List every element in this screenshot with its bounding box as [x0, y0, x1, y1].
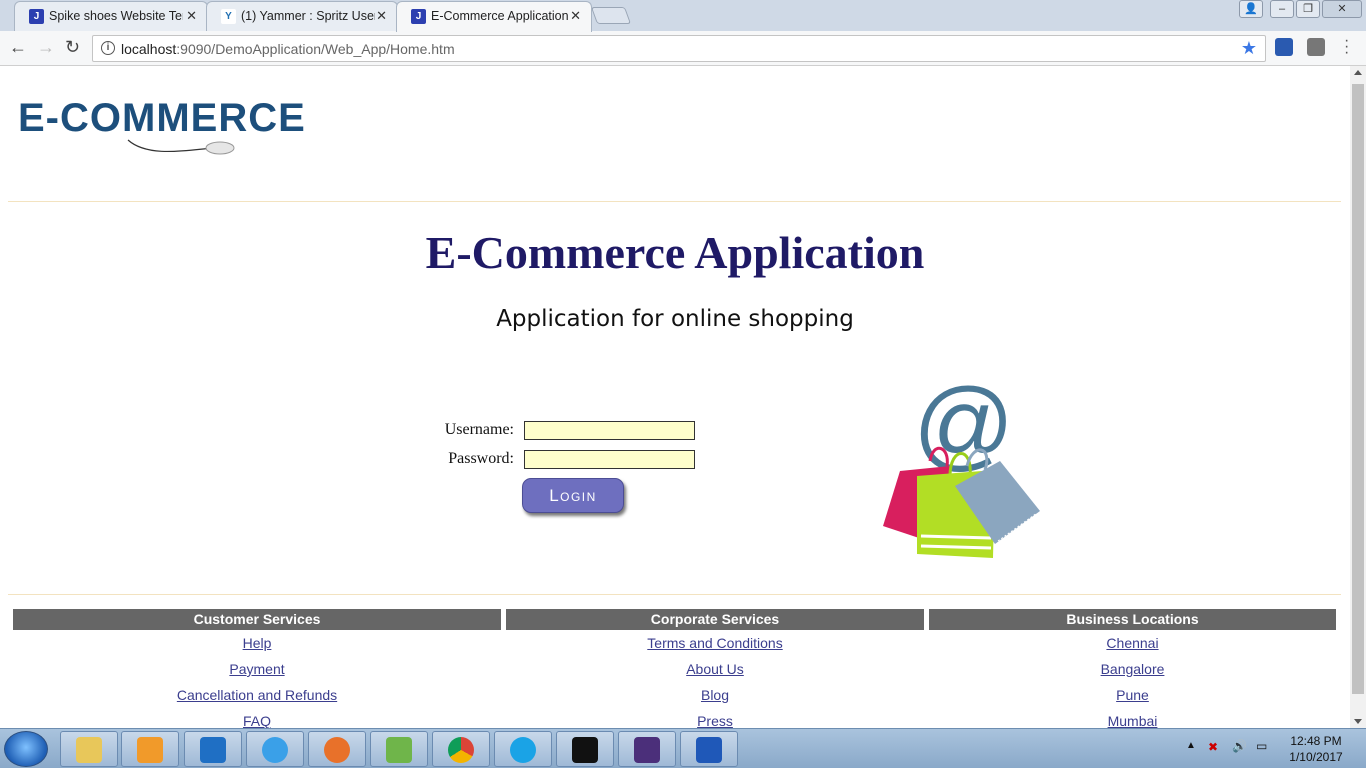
footer-link-faq[interactable]: FAQ: [13, 708, 501, 728]
address-bar[interactable]: i localhost:9090/DemoApplication/Web_App…: [92, 35, 1266, 62]
scrollbar-thumb[interactable]: [1352, 84, 1364, 694]
footer-heading: Customer Services: [13, 609, 501, 630]
close-window-button[interactable]: ✕: [1322, 0, 1362, 18]
username-input[interactable]: [524, 421, 695, 440]
footer-link-pune[interactable]: Pune: [929, 682, 1336, 708]
footer-heading: Business Locations: [929, 609, 1336, 630]
menu-dots-icon[interactable]: · · ·: [1344, 33, 1349, 61]
jf-icon: J: [29, 9, 44, 24]
shopping-bags-icon: @: [883, 368, 1040, 558]
page-title: E-Commerce Application: [425, 227, 925, 278]
footer-link-help[interactable]: Help: [13, 630, 501, 656]
clock-date[interactable]: 1/10/2017: [1286, 750, 1346, 764]
url-text[interactable]: localhost:9090/DemoApplication/Web_App/H…: [121, 41, 455, 57]
notepad-icon[interactable]: [370, 731, 428, 767]
close-icon[interactable]: ✕: [570, 8, 581, 24]
chrome-icon[interactable]: [432, 731, 490, 767]
scroll-up-icon[interactable]: [1354, 70, 1362, 75]
divider: [8, 594, 1341, 595]
java-ee-ide-icon[interactable]: [618, 731, 676, 767]
footer-customer-services: Customer Services Help Payment Cancellat…: [13, 609, 501, 728]
start-button[interactable]: [4, 731, 48, 767]
tab-yammer[interactable]: Y (1) Yammer : Spritz User ✕: [206, 1, 398, 31]
back-arrow-icon[interactable]: ←: [9, 37, 27, 58]
login-button[interactable]: Login: [522, 478, 624, 513]
jf-icon: J: [411, 9, 426, 24]
internet-explorer-icon[interactable]: [246, 731, 304, 767]
cmd-icon[interactable]: [556, 731, 614, 767]
browser-toolbar: ← → ↻ i localhost:9090/DemoApplication/W…: [0, 31, 1366, 66]
minimize-button[interactable]: –: [1270, 0, 1294, 18]
page-viewport: E-COMMERCE E-Commerce Application Applic…: [0, 66, 1350, 728]
media-player-icon[interactable]: [121, 731, 179, 767]
footer-corporate-services: Corporate Services Terms and Conditions …: [506, 609, 924, 728]
close-icon[interactable]: ✕: [186, 8, 197, 24]
network-error-icon[interactable]: ✖: [1208, 740, 1218, 754]
password-input[interactable]: [524, 450, 695, 469]
footer-link-chennai[interactable]: Chennai: [929, 630, 1336, 656]
browser-tab-strip: J Spike shoes Website Ten ✕ Y (1) Yammer…: [0, 0, 1366, 32]
password-label: Password:: [448, 450, 514, 467]
ecommerce-logo: E-COMMERCE: [8, 88, 308, 176]
url-host: localhost: [121, 41, 177, 57]
footer-link-press[interactable]: Press: [506, 708, 924, 728]
skype-icon[interactable]: [494, 731, 552, 767]
url-path: :9090/DemoApplication/Web_App/Home.htm: [176, 41, 455, 57]
footer-link-blog[interactable]: Blog: [506, 682, 924, 708]
page-subtitle: Application for online shopping: [496, 306, 854, 332]
outlook-icon[interactable]: [184, 731, 242, 767]
divider: [8, 201, 1341, 202]
clock-time[interactable]: 12:48 PM: [1286, 734, 1346, 748]
info-icon[interactable]: i: [101, 41, 115, 55]
mouse-cable-icon: [127, 139, 235, 155]
extension-icon[interactable]: [1275, 38, 1293, 56]
profile-icon[interactable]: 👤: [1239, 0, 1263, 18]
footer-link-terms[interactable]: Terms and Conditions: [506, 630, 924, 656]
tab-title: Spike shoes Website Ten: [49, 9, 183, 23]
network-icon[interactable]: ▭: [1256, 739, 1267, 753]
new-tab-button[interactable]: [590, 7, 632, 24]
footer-heading: Corporate Services: [506, 609, 924, 630]
tray-expand-icon[interactable]: ▲: [1186, 740, 1196, 751]
yammer-icon: Y: [221, 9, 236, 24]
firefox-icon[interactable]: [308, 731, 366, 767]
bookmark-star-icon[interactable]: ★: [1241, 38, 1257, 59]
tab-ecommerce[interactable]: J E-Commerce Application ✕: [396, 1, 592, 32]
windows-taskbar: ▲ ✖ 🔊 ▭ 12:48 PM 1/10/2017: [0, 728, 1366, 768]
volume-icon[interactable]: 🔊: [1232, 739, 1247, 753]
close-icon[interactable]: ✕: [376, 8, 387, 24]
explorer-icon[interactable]: [60, 731, 118, 767]
footer-link-about[interactable]: About Us: [506, 656, 924, 682]
tab-title: E-Commerce Application: [431, 9, 569, 23]
reload-icon[interactable]: ↻: [65, 37, 80, 58]
tab-title: (1) Yammer : Spritz User: [241, 9, 375, 23]
page-scrollbar[interactable]: [1350, 66, 1366, 728]
extension-icon[interactable]: [1307, 38, 1325, 56]
scroll-down-icon[interactable]: [1354, 719, 1362, 724]
footer-link-cancellation[interactable]: Cancellation and Refunds: [13, 682, 501, 708]
footer-link-mumbai[interactable]: Mumbai: [929, 708, 1336, 728]
footer-link-bangalore[interactable]: Bangalore: [929, 656, 1336, 682]
tab-spike-shoes[interactable]: J Spike shoes Website Ten ✕: [14, 1, 208, 31]
restore-button[interactable]: ❐: [1296, 0, 1320, 18]
app-icon[interactable]: [680, 731, 738, 767]
footer-business-locations: Business Locations Chennai Bangalore Pun…: [929, 609, 1336, 728]
forward-arrow-icon[interactable]: →: [37, 37, 55, 58]
footer-link-payment[interactable]: Payment: [13, 656, 501, 682]
username-label: Username:: [444, 421, 514, 438]
